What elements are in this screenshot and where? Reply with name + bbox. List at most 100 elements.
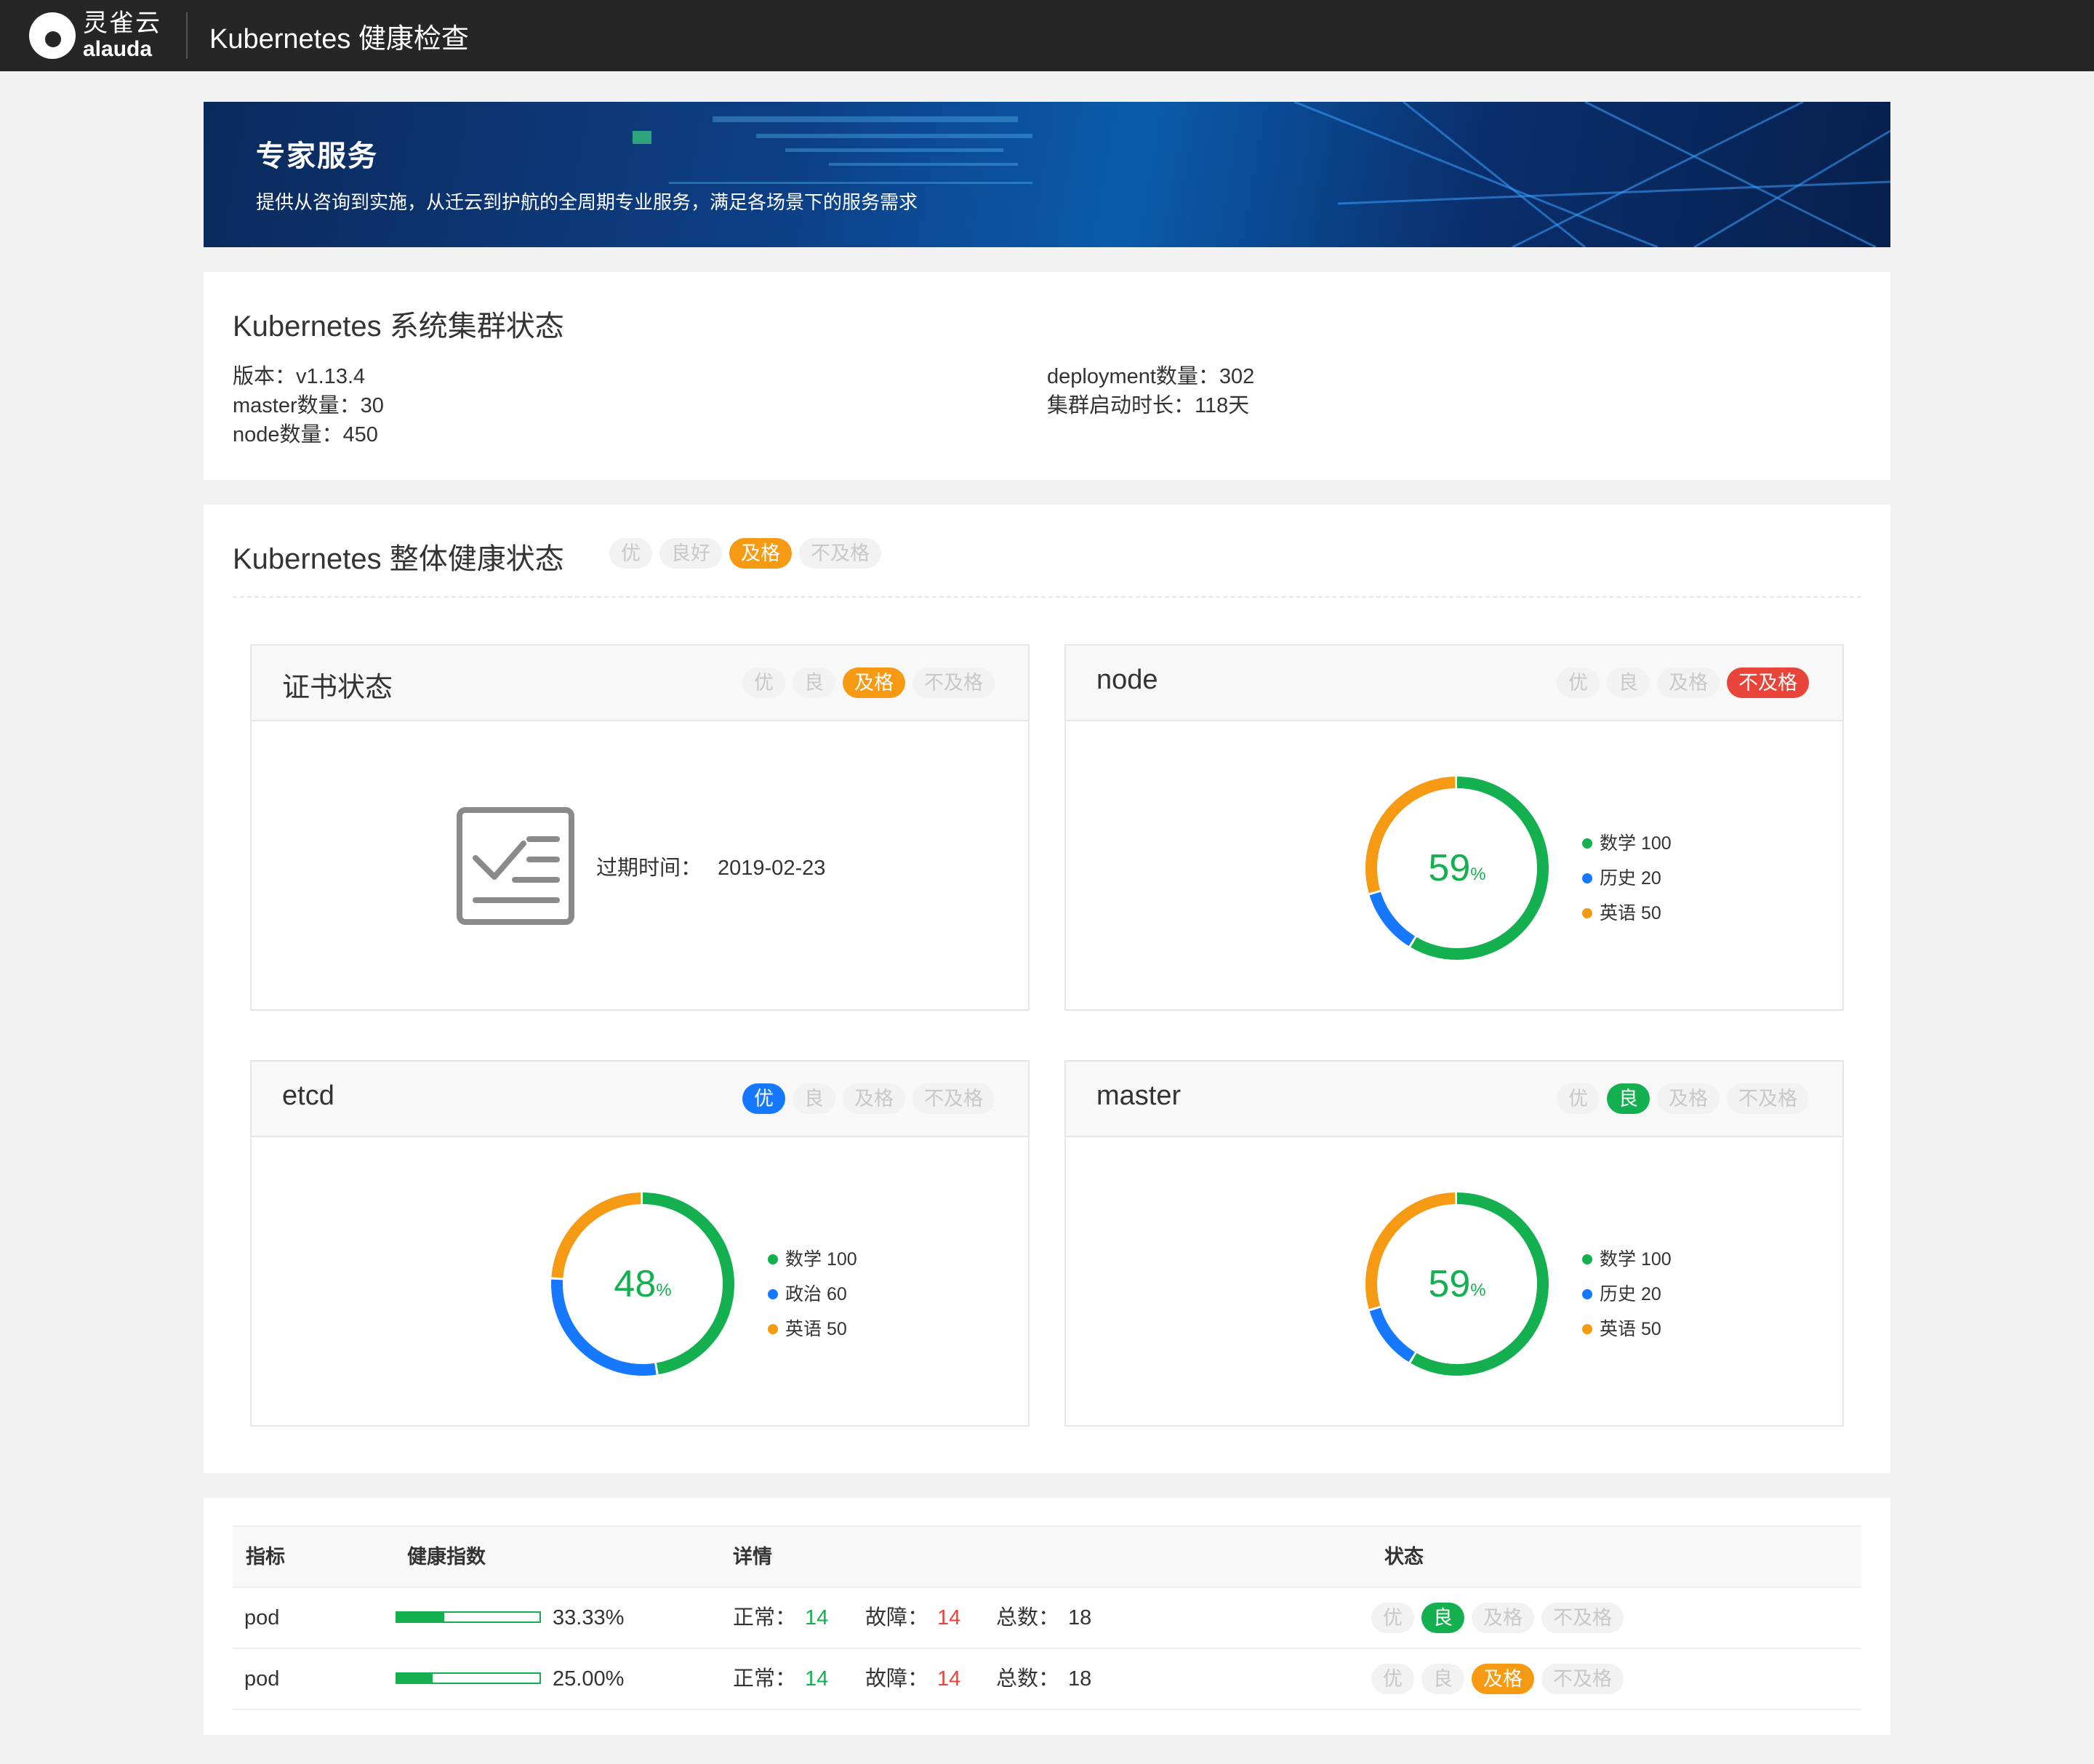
card-title: 证书状态	[282, 673, 393, 703]
legend-label: 历史 20	[1600, 868, 1661, 889]
legend-dot	[1582, 873, 1592, 883]
legend-label: 政治 60	[785, 1284, 847, 1304]
health-progress-bar	[396, 1672, 541, 1684]
normal-count: 14	[805, 1667, 829, 1691]
grade-tag-good: 良	[1607, 1083, 1650, 1114]
master-card: master 优良及格 不及格 59% 数学 100 历史 20 英语 50	[1064, 1060, 1844, 1427]
status-tag-excellent: 优	[1371, 1603, 1414, 1633]
alauda-logo-icon	[29, 12, 76, 59]
legend-dot	[1582, 908, 1592, 918]
legend-item: 历史 20	[1582, 1277, 1672, 1312]
legend-label: 数学 100	[785, 1249, 857, 1270]
donut-legend: 数学 100 历史 20 英语 50	[1582, 1242, 1672, 1347]
legend-item: 英语 50	[768, 1312, 857, 1347]
cluster-node-count: node数量：450	[233, 423, 378, 446]
card-grade-tags: 优良及格 不及格	[735, 1083, 995, 1114]
legend-dot	[1582, 1324, 1592, 1334]
table-row: pod 25.00% 正常： 14 故障： 14 总数： 18 优良及格 不及格	[233, 1649, 1861, 1710]
grade-tag-good: 良	[793, 667, 835, 698]
header-health-index: 健康指数	[407, 1546, 486, 1568]
cluster-info-left: 版本：v1.13.4 master数量：30 node数量：450	[233, 362, 384, 449]
legend-item: 数学 100	[1582, 826, 1672, 861]
legend-dot	[1582, 1254, 1592, 1264]
row-total: 总数： 18	[996, 1649, 1091, 1709]
grade-tag-fail: 不及格	[1727, 667, 1809, 698]
status-tag-fail: 不及格	[1541, 1664, 1624, 1694]
table-row: pod 33.33% 正常： 14 故障： 14 总数： 18 优良及格 不及格	[233, 1588, 1861, 1649]
row-status-tags: 优良及格 不及格	[1364, 1664, 1624, 1694]
cert-expire-label: 过期时间：	[596, 857, 702, 880]
row-total: 总数： 18	[996, 1588, 1091, 1648]
progress-fill	[397, 1674, 433, 1683]
grade-tag-excellent: 优	[742, 1083, 785, 1114]
percent-value: 48	[614, 1263, 657, 1305]
legend-label: 英语 50	[785, 1319, 847, 1339]
cluster-status-panel: Kubernetes 系统集群状态 版本：v1.13.4 master数量：30…	[204, 272, 1890, 480]
banner-graphic	[633, 102, 1890, 247]
expert-service-banner[interactable]: 专家服务 提供从咨询到实施，从迁云到护航的全周期专业服务，满足各场景下的服务需求	[204, 102, 1890, 247]
fault-count: 14	[937, 1667, 961, 1691]
status-tag-excellent: 优	[1371, 1664, 1414, 1694]
row-normal: 正常： 14	[733, 1649, 828, 1709]
percent-value: 59	[1428, 847, 1471, 889]
row-fault: 故障： 14	[865, 1649, 960, 1709]
legend-dot	[768, 1324, 778, 1334]
cert-status-card: 证书状态 优良及格 不及格 过期时间： 2019-02-23	[250, 644, 1030, 1011]
card-title: master	[1096, 1081, 1182, 1111]
percent-unit: %	[1470, 865, 1486, 884]
row-metric: pod	[244, 1667, 280, 1691]
overall-health-title: Kubernetes 整体健康状态	[233, 543, 564, 575]
legend-item: 政治 60	[768, 1277, 857, 1312]
legend-dot	[768, 1289, 778, 1299]
legend-dot	[768, 1254, 778, 1264]
legend-label: 数学 100	[1600, 833, 1672, 854]
legend-dot	[1582, 1289, 1592, 1299]
donut-percent: 48%	[545, 1187, 740, 1382]
header-divider	[186, 12, 188, 59]
total-count: 18	[1068, 1667, 1092, 1691]
legend-label: 英语 50	[1600, 903, 1661, 923]
card-grade-tags: 优良及格 不及格	[1549, 1083, 1809, 1114]
logo-cn-text: 灵雀云	[83, 9, 161, 37]
overall-health-panel: Kubernetes 整体健康状态 优良好 及格 不及格 证书状态 优良及格 不及格 …	[204, 505, 1890, 1473]
app-title: Kubernetes 健康检查	[209, 23, 469, 55]
cluster-info-right: deployment数量：302 集群启动时长：118天	[1047, 362, 1254, 420]
card-body: 59% 数学 100 历史 20 英语 50	[1066, 721, 1842, 1012]
legend-item: 数学 100	[768, 1242, 857, 1277]
banner-title: 专家服务	[256, 140, 378, 172]
alauda-logo[interactable]: 灵雀云 alauda	[29, 11, 161, 60]
row-normal: 正常： 14	[733, 1588, 828, 1648]
legend-item: 英语 50	[1582, 896, 1672, 931]
grade-tag-fail: 不及格	[912, 667, 995, 698]
header-status: 状态	[1384, 1546, 1424, 1568]
card-grade-tags: 优良及格 不及格	[735, 667, 995, 698]
grade-tag-good: 良	[1607, 667, 1650, 698]
legend-item: 数学 100	[1582, 1242, 1672, 1277]
card-title: etcd	[282, 1081, 334, 1111]
card-header: master 优良及格 不及格	[1066, 1062, 1842, 1137]
header-metric: 指标	[246, 1546, 285, 1568]
health-tag-pass: 及格	[729, 538, 792, 569]
legend-item: 英语 50	[1582, 1312, 1672, 1347]
grade-tag-good: 良	[793, 1083, 835, 1114]
percent-unit: %	[656, 1280, 672, 1300]
grade-tag-excellent: 优	[1557, 1083, 1600, 1114]
legend-label: 数学 100	[1600, 1249, 1672, 1270]
status-tag-pass: 及格	[1472, 1603, 1534, 1633]
card-header: 证书状态 优良及格 不及格	[252, 646, 1028, 721]
health-tag-good: 良好	[659, 538, 722, 569]
cert-expire: 过期时间： 2019-02-23	[596, 851, 825, 881]
cluster-deployment-count: deployment数量：302	[1047, 365, 1255, 388]
fault-label: 故障：	[865, 1606, 929, 1629]
row-percent: 33.33%	[553, 1606, 625, 1629]
card-header: node 优良及格 不及格	[1066, 646, 1842, 721]
card-header: etcd 优良及格 不及格	[252, 1062, 1028, 1137]
total-count: 18	[1068, 1606, 1092, 1629]
legend-item: 历史 20	[1582, 861, 1672, 896]
card-body: 48% 数学 100 政治 60 英语 50	[252, 1137, 1028, 1428]
card-grade-tags: 优良及格 不及格	[1549, 667, 1809, 698]
overall-health-tags: 优良好 及格 不及格	[602, 538, 881, 569]
normal-count: 14	[805, 1606, 829, 1629]
row-fault: 故障： 14	[865, 1588, 960, 1648]
card-body: 59% 数学 100 历史 20 英语 50	[1066, 1137, 1842, 1428]
